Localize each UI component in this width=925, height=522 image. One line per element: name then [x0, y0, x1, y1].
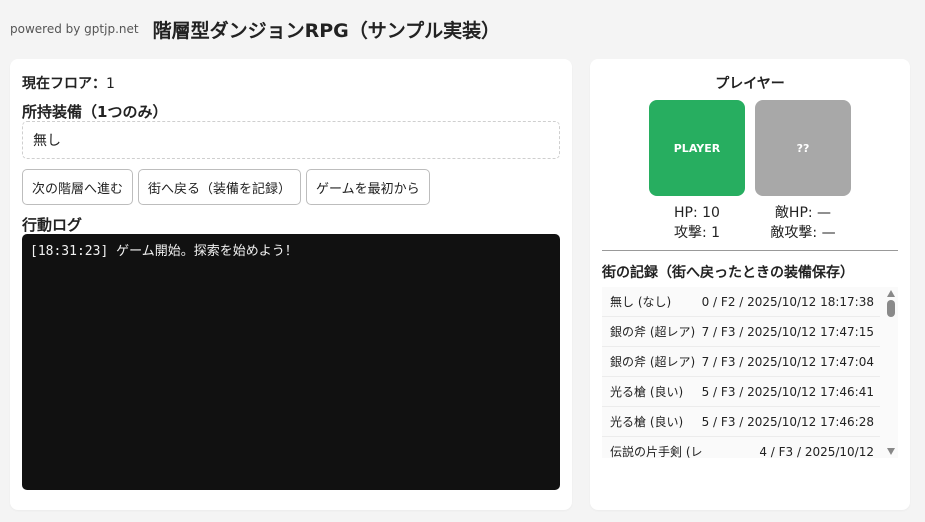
- record-item: 銀の斧 (超レア): [610, 355, 696, 369]
- return-to-town-button[interactable]: 街へ戻る（装備を記録）: [138, 169, 302, 205]
- record-item: 伝説の片手剣 (レ: [610, 445, 703, 458]
- enemy-hp: 敵HP: —: [774, 205, 832, 221]
- scroll-up-icon[interactable]: [887, 290, 895, 297]
- floor-label: 現在フロア：: [22, 76, 106, 92]
- record-info: 5 / F3 / 2025/10/12 17:46:41: [701, 384, 874, 399]
- record-item: 無し (なし): [610, 295, 672, 309]
- record-info: 5 / F3 / 2025/10/12 17:46:28: [701, 414, 874, 429]
- player-stats: HP: 10 攻撃: 1: [649, 203, 745, 243]
- equipment-label: 所持装備（1つのみ）: [22, 103, 168, 121]
- equipment-box: 無し: [22, 121, 560, 159]
- player-attack: 攻撃: 1: [673, 225, 721, 241]
- record-info: 7 / F3 / 2025/10/12 17:47:04: [701, 354, 874, 369]
- player-card-label: PLAYER: [673, 141, 721, 155]
- record-info: 7 / F3 / 2025/10/12 17:47:15: [701, 324, 874, 339]
- game-panel: 現在フロア：1 所持装備（1つのみ） 無し 次の階層へ進む 街へ戻る（装備を記録…: [10, 59, 572, 510]
- divider: [602, 250, 898, 251]
- action-log-label: 行動ログ: [22, 216, 83, 234]
- next-floor-button[interactable]: 次の階層へ進む: [22, 169, 134, 205]
- scrollbar-thumb[interactable]: [887, 300, 895, 317]
- record-row: 銀の斧 (超レア) 7 / F3 / 2025/10/12 17:47:15: [602, 317, 880, 347]
- player-hp: HP: 10: [674, 205, 720, 221]
- restart-game-button[interactable]: ゲームを最初から: [306, 169, 430, 205]
- town-records-list[interactable]: 無し (なし) 0 / F2 / 2025/10/12 18:17:38 銀の斧 …: [602, 287, 898, 458]
- record-row: 無し (なし) 0 / F2 / 2025/10/12 18:17:38: [602, 287, 880, 317]
- record-item: 光る槍 (良い): [610, 415, 684, 429]
- record-item: 光る槍 (良い): [610, 385, 684, 399]
- action-log[interactable]: [18:31:23] ゲーム開始。探索を始めよう！: [22, 234, 560, 490]
- page-title: 階層型ダンジョンRPG（サンプル実装）: [152, 19, 501, 42]
- status-panel: プレイヤー PLAYER ?? HP: 10 攻撃: 1 敵HP: — 敵攻撃:…: [590, 59, 910, 510]
- header: powered by gptjp.net 階層型ダンジョンRPG（サンプル実装）: [10, 14, 500, 44]
- action-buttons: 次の階層へ進む 街へ戻る（装備を記録） ゲームを最初から: [22, 169, 430, 205]
- record-item: 銀の斧 (超レア): [610, 325, 696, 339]
- player-card: PLAYER: [649, 100, 745, 196]
- record-info: 0 / F2 / 2025/10/12 18:17:38: [701, 294, 874, 309]
- floor-value: 1: [106, 76, 115, 92]
- record-info: 4 / F3 / 2025/10/12: [759, 444, 874, 459]
- powered-by-link[interactable]: powered by gptjp.net: [10, 22, 139, 36]
- equipment-value: 無し: [33, 133, 61, 149]
- enemy-attack: 敵攻撃: —: [770, 225, 836, 241]
- current-floor: 現在フロア：1: [22, 73, 115, 93]
- enemy-stats: 敵HP: — 敵攻撃: —: [755, 203, 851, 243]
- record-row: 光る槍 (良い) 5 / F3 / 2025/10/12 17:46:41: [602, 377, 880, 407]
- records-scrollbar[interactable]: [884, 287, 898, 458]
- record-row: 銀の斧 (超レア) 7 / F3 / 2025/10/12 17:47:04: [602, 347, 880, 377]
- town-records-title: 街の記録（街へ戻ったときの装備保存）: [602, 265, 854, 281]
- record-row: 伝説の片手剣 (レ 4 / F3 / 2025/10/12: [602, 437, 880, 459]
- enemy-card-label: ??: [796, 141, 810, 155]
- records-container: 無し (なし) 0 / F2 / 2025/10/12 18:17:38 銀の斧 …: [602, 287, 880, 458]
- record-row: 光る槍 (良い) 5 / F3 / 2025/10/12 17:46:28: [602, 407, 880, 437]
- scroll-down-icon[interactable]: [887, 448, 895, 455]
- log-line: [18:31:23] ゲーム開始。探索を始めよう！: [30, 244, 298, 259]
- player-section-title: プレイヤー: [715, 76, 785, 92]
- enemy-card: ??: [755, 100, 851, 196]
